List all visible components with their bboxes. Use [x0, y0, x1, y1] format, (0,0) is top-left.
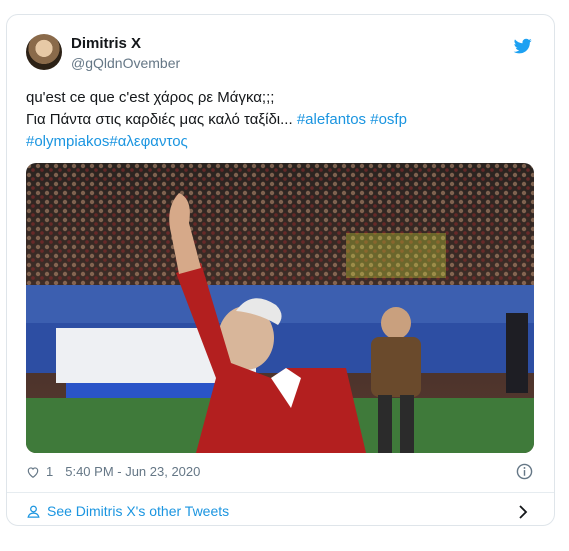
footer-divider [7, 492, 554, 493]
tweet-line-2-text: Για Πάντα στις καρδιές μας καλό ταξίδι..… [26, 111, 293, 128]
twitter-bird-icon[interactable] [512, 37, 534, 55]
tweet-photo[interactable] [26, 163, 534, 453]
hashtag-alefantos-greek[interactable]: #αλεφαντος [109, 133, 187, 150]
hashtag-osfp[interactable]: #osfp [370, 111, 407, 128]
tweet-line-2: Για Πάντα στις καρδιές μας καλό ταξίδι..… [26, 109, 531, 131]
see-other-tweets-label[interactable]: See Dimitris X's other Tweets [47, 503, 229, 519]
user-handle[interactable]: @gQldnOvember [71, 55, 180, 71]
tweet-line-1: qu'est ce que c'est χάρος ρε Μάγκα;;; [26, 89, 275, 106]
tweet-text: qu'est ce que c'est χάρος ρε Μάγκα;;; Γι… [26, 87, 531, 153]
user-name[interactable]: Dimitris X [71, 35, 141, 52]
like-count[interactable]: 1 [46, 464, 53, 479]
hashtag-olympiakos[interactable]: #olympiakos [26, 133, 109, 150]
see-other-tweets-link[interactable]: See Dimitris X's other Tweets [26, 503, 229, 519]
tweet-line-3: #olympiakos#αλεφαντος [26, 131, 531, 153]
tweet-meta: 1 5:40 PM - Jun 23, 2020 [26, 464, 200, 479]
chevron-right-icon[interactable] [517, 505, 529, 519]
hashtag-alefantos[interactable]: #alefantos [297, 111, 366, 128]
person-icon [27, 505, 40, 518]
info-icon[interactable] [516, 463, 533, 480]
avatar[interactable] [26, 34, 62, 70]
tweet-timestamp[interactable]: 5:40 PM - Jun 23, 2020 [65, 464, 200, 479]
tweet-card: Dimitris X @gQldnOvember qu'est ce que c… [6, 14, 555, 526]
heart-icon[interactable] [26, 465, 40, 479]
